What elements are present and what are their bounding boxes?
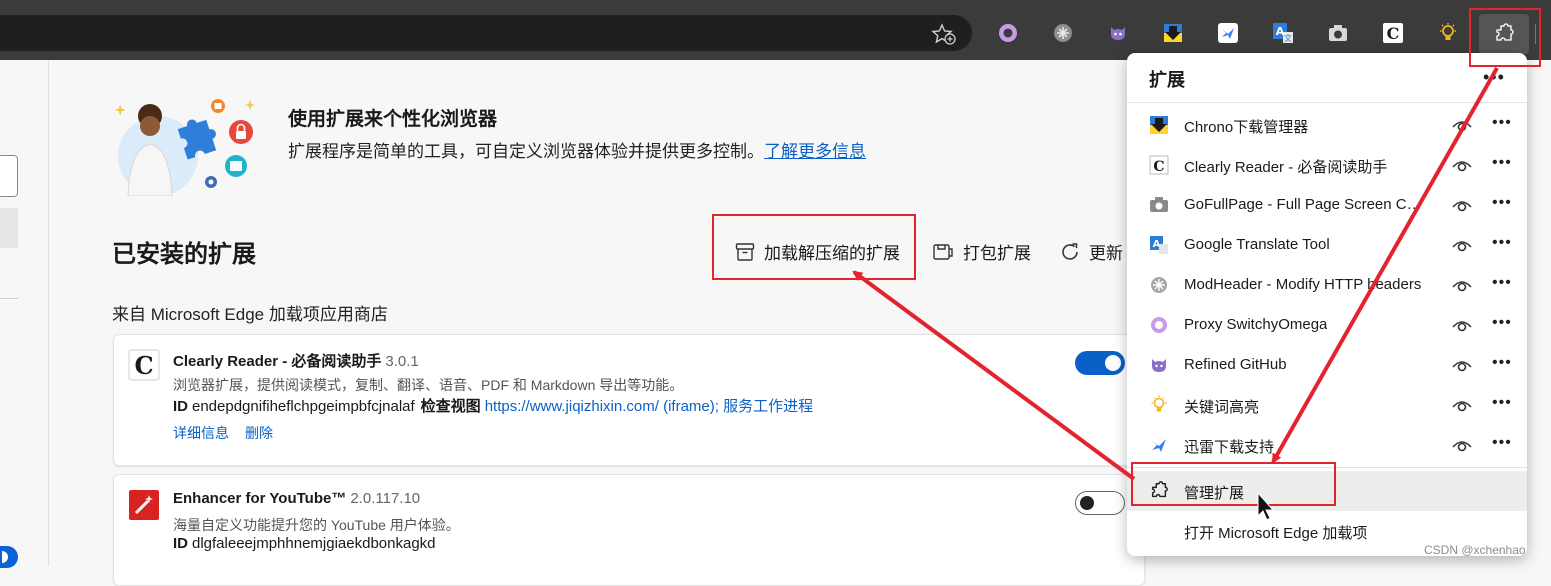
arrow-to-load-unpacked [852, 270, 1136, 481]
mouse-cursor-icon [1257, 491, 1275, 521]
annotation-arrows [852, 67, 1499, 521]
arrow-to-manage [1271, 67, 1499, 464]
